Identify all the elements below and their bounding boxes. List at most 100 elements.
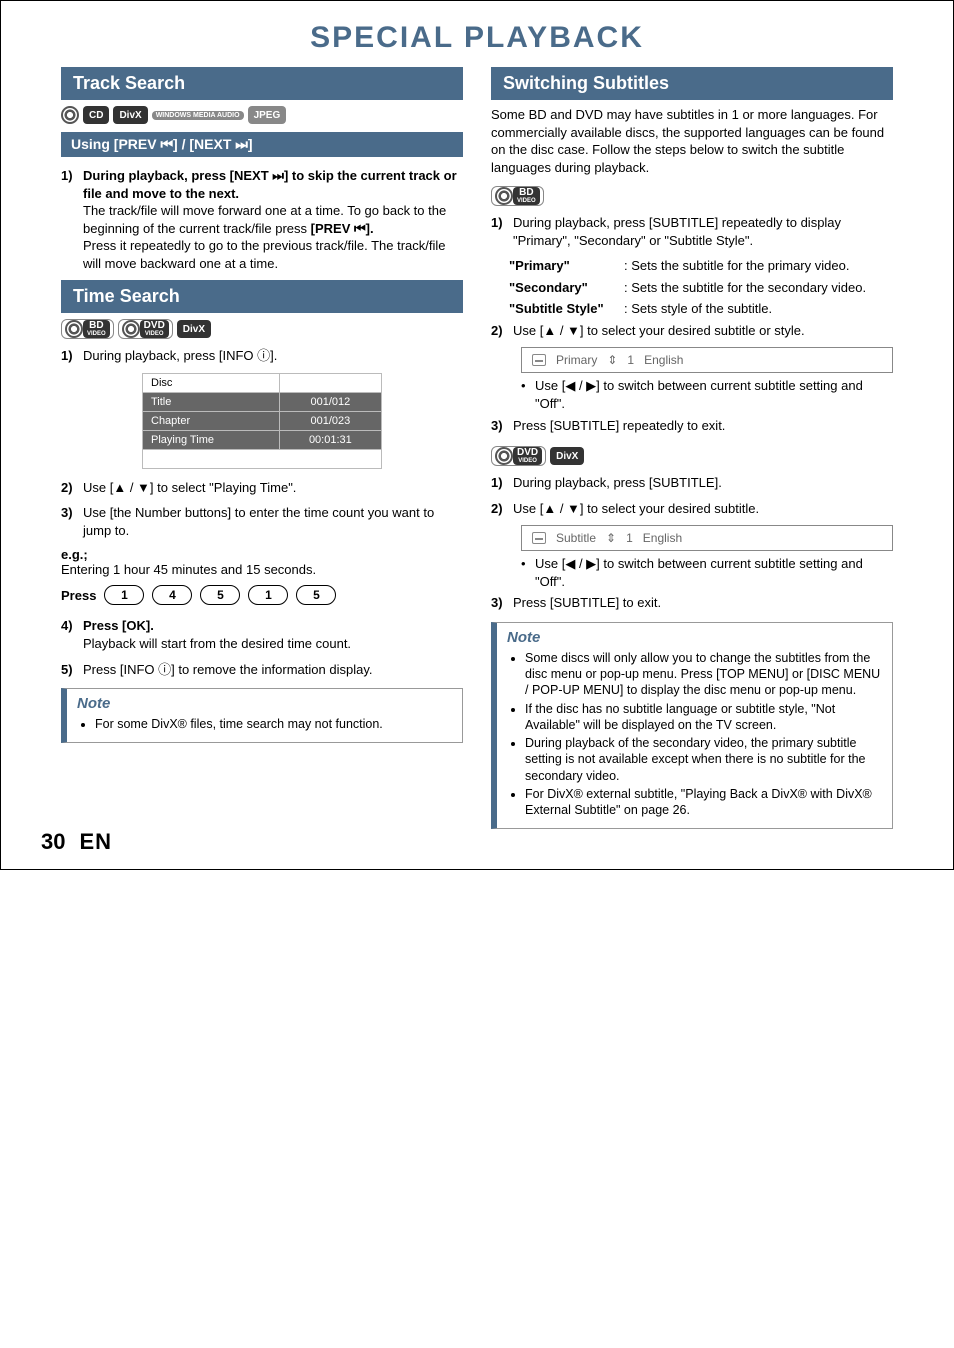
step-number: 1): [491, 474, 513, 492]
osd-label: Primary: [556, 353, 597, 367]
step-number: 5): [61, 661, 83, 679]
step-para-2: Press it repeatedly to go to the previou…: [83, 238, 446, 271]
osd-lang: English: [644, 353, 683, 367]
keycap-5: 5: [200, 585, 240, 605]
step-bold: Use [▲ / ▼] to select "Playing Time".: [83, 479, 463, 497]
time-search-steps: 1) During playback, press [INFO ⓘ].: [61, 347, 463, 365]
disc-icon: [122, 320, 140, 338]
time-search-heading: Time Search: [61, 280, 463, 313]
step-bold: Press [INFO ⓘ] to remove the information…: [83, 661, 463, 679]
bd-badges: BDVIDEO: [491, 186, 893, 206]
badge-divx: DivX: [550, 447, 584, 465]
step-bold: Use [the Number buttons] to enter the ti…: [83, 504, 463, 539]
subtitles-intro: Some BD and DVD may have subtitles in 1 …: [491, 106, 893, 176]
step-bold: Use [▲ / ▼] to select your desired subti…: [513, 500, 893, 518]
step-number: 2): [491, 500, 513, 518]
manual-page: SPECIAL PLAYBACK Track Search CD DivX WI…: [0, 0, 954, 870]
step-number: 1): [491, 214, 513, 249]
note-title: Note: [507, 629, 882, 646]
example-text: Entering 1 hour 45 minutes and 15 second…: [61, 562, 463, 577]
page-footer: 30 EN: [41, 829, 112, 855]
time-search-step-4: 4) Press [OK]. Playback will start from …: [61, 617, 463, 652]
time-search-step-3: 3) Use [the Number buttons] to enter the…: [61, 504, 463, 539]
left-column: Track Search CD DivX WINDOWS MEDIA AUDIO…: [61, 67, 463, 829]
badge-group-bd: BDVIDEO: [61, 319, 114, 339]
def-primary: "Primary" : Sets the subtitle for the pr…: [509, 257, 893, 275]
right-column: Switching Subtitles Some BD and DVD may …: [491, 67, 893, 829]
step-bold: Use [▲ / ▼] to select your desired subti…: [513, 322, 893, 340]
keycap-1b: 1: [248, 585, 288, 605]
badge-divx: DivX: [177, 320, 211, 338]
note-item: For some DivX® files, time search may no…: [95, 716, 452, 732]
def-secondary: "Secondary" : Sets the subtitle for the …: [509, 279, 893, 297]
badge-divx: DivX: [113, 106, 147, 124]
badge-jpeg: JPEG: [248, 106, 287, 124]
press-key-row: Press 1 4 5 1 5: [61, 585, 463, 605]
subtitles-note: Note Some discs will only allow you to c…: [491, 622, 893, 830]
page-lang: EN: [79, 829, 112, 855]
badge-wma: WINDOWS MEDIA AUDIO: [152, 111, 244, 120]
badge-cd: CD: [83, 106, 109, 124]
def-subtitle-style: "Subtitle Style" : Sets style of the sub…: [509, 300, 893, 318]
table-row: Playing Time00:01:31: [143, 430, 382, 449]
switching-subtitles-heading: Switching Subtitles: [491, 67, 893, 100]
info-display-table: Disc Title001/012 Chapter001/023 Playing…: [142, 373, 382, 469]
keycap-1: 1: [104, 585, 144, 605]
dvd-steps-3: 3) Press [SUBTITLE] to exit.: [491, 594, 893, 612]
time-search-step-2: 2) Use [▲ / ▼] to select "Playing Time".: [61, 479, 463, 497]
table-row: Chapter001/023: [143, 411, 382, 430]
track-search-step-1: 1) During playback, press [NEXT ⏭] to sk…: [61, 167, 463, 272]
step-bold: During playback, press [NEXT ⏭] to skip …: [83, 168, 457, 201]
bd-step-2: 2) Use [▲ / ▼] to select your desired su…: [491, 322, 893, 340]
step-para: The track/file will move forward one at …: [83, 203, 446, 236]
osd-lang: English: [643, 531, 682, 545]
step-bold: Press [SUBTITLE] repeatedly to exit.: [513, 417, 893, 435]
note-title: Note: [77, 695, 452, 712]
badge-bd: BDVIDEO: [83, 320, 110, 338]
note-item: For DivX® external subtitle, "Playing Ba…: [525, 786, 882, 819]
time-search-badges: BDVIDEO DVDVIDEO DivX: [61, 319, 463, 339]
step-number: 3): [61, 504, 83, 539]
badge-bd: BDVIDEO: [513, 187, 540, 205]
step-number: 3): [491, 594, 513, 612]
disc-icon: [65, 320, 83, 338]
bd-bullet: Use [◀ / ▶] to switch between current su…: [521, 377, 893, 412]
step-para: Playback will start from the desired tim…: [83, 636, 351, 651]
badge-dvd: DVDVIDEO: [140, 320, 169, 338]
step-number: 4): [61, 617, 83, 652]
step-bold: Press [SUBTITLE] to exit.: [513, 594, 893, 612]
track-search-badges: CD DivX WINDOWS MEDIA AUDIO JPEG: [61, 106, 463, 124]
example-label: e.g.;: [61, 547, 463, 562]
bd-step-1: 1) During playback, press [SUBTITLE] rep…: [491, 214, 893, 249]
step-number: 1): [61, 347, 83, 365]
prev-label: [PREV ⏮].: [311, 221, 374, 236]
bd-steps: 1) During playback, press [SUBTITLE] rep…: [491, 214, 893, 249]
disc-icon: [495, 187, 513, 205]
updown-icon: ⇕: [606, 531, 616, 545]
keycap-5b: 5: [296, 585, 336, 605]
track-search-heading: Track Search: [61, 67, 463, 100]
time-search-steps-2: 2) Use [▲ / ▼] to select "Playing Time".…: [61, 479, 463, 540]
two-column-layout: Track Search CD DivX WINDOWS MEDIA AUDIO…: [61, 67, 893, 829]
time-search-step-5: 5) Press [INFO ⓘ] to remove the informat…: [61, 661, 463, 679]
step-number: 2): [61, 479, 83, 497]
using-prev-next-heading: Using [PREV ⏮] / [NEXT ⏭]: [61, 132, 463, 157]
dvd-step-3: 3) Press [SUBTITLE] to exit.: [491, 594, 893, 612]
osd-index: 1: [626, 531, 633, 545]
dvd-step-1: 1) During playback, press [SUBTITLE].: [491, 474, 893, 492]
keycap-4: 4: [152, 585, 192, 605]
dvd-step-2: 2) Use [▲ / ▼] to select your desired su…: [491, 500, 893, 518]
note-item: Some discs will only allow you to change…: [525, 650, 882, 699]
note-item: If the disc has no subtitle language or …: [525, 701, 882, 734]
track-search-steps: 1) During playback, press [NEXT ⏭] to sk…: [61, 167, 463, 272]
disc-icon: [495, 447, 513, 465]
disc-icon: [61, 106, 79, 124]
table-row: Title001/012: [143, 392, 382, 411]
dvd-bullet: Use [◀ / ▶] to switch between current su…: [521, 555, 893, 590]
osd-display-subtitle: Subtitle ⇕ 1 English: [521, 525, 893, 551]
table-row: Disc: [143, 373, 382, 392]
subtitle-icon: [532, 532, 546, 544]
note-item: During playback of the secondary video, …: [525, 735, 882, 784]
time-search-step-1: 1) During playback, press [INFO ⓘ].: [61, 347, 463, 365]
updown-icon: ⇕: [607, 353, 617, 367]
